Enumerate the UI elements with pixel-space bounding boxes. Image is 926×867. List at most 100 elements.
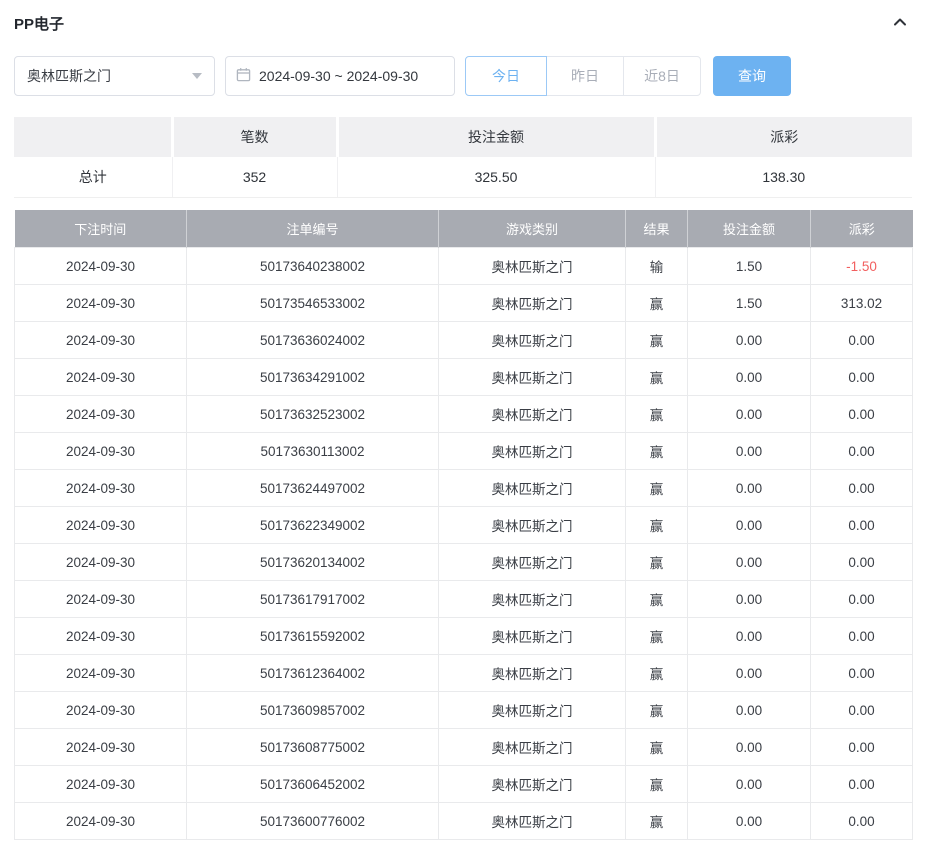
bet-time-cell: 2024-09-30 — [15, 285, 187, 322]
table-row: 2024-09-3050173617917002奥林匹斯之门赢0.000.00 — [15, 581, 913, 618]
result-cell: 赢 — [626, 396, 688, 433]
summary-total-label: 总计 — [14, 157, 172, 197]
payout-cell: 313.02 — [811, 285, 913, 322]
bet-amount-cell: 0.00 — [688, 692, 811, 729]
game-category-cell: 奥林匹斯之门 — [439, 507, 626, 544]
result-cell: 赢 — [626, 322, 688, 359]
ticket-number-cell: 50173612364002 — [187, 655, 439, 692]
column-header-ticket-number: 注单编号 — [187, 210, 439, 248]
summary-header-row: 笔数 投注金额 派彩 — [14, 117, 912, 157]
summary-payout-value: 138.30 — [655, 157, 912, 197]
ticket-number-cell: 50173608775002 — [187, 729, 439, 766]
game-category-cell: 奥林匹斯之门 — [439, 359, 626, 396]
payout-cell: 0.00 — [811, 729, 913, 766]
column-header-bet-time: 下注时间 — [15, 210, 187, 248]
bet-time-cell: 2024-09-30 — [15, 655, 187, 692]
payout-cell: 0.00 — [811, 470, 913, 507]
ticket-number-cell: 50173636024002 — [187, 322, 439, 359]
bet-time-cell: 2024-09-30 — [15, 433, 187, 470]
records-header-row: 下注时间 注单编号 游戏类别 结果 投注金额 派彩 — [15, 210, 913, 248]
records-table-body: 2024-09-3050173640238002奥林匹斯之门输1.50-1.50… — [15, 248, 913, 840]
bet-amount-cell: 0.00 — [688, 396, 811, 433]
bet-time-cell: 2024-09-30 — [15, 359, 187, 396]
game-category-cell: 奥林匹斯之门 — [439, 322, 626, 359]
game-category-cell: 奥林匹斯之门 — [439, 766, 626, 803]
result-cell: 赢 — [626, 618, 688, 655]
payout-cell: 0.00 — [811, 618, 913, 655]
ticket-number-cell: 50173620134002 — [187, 544, 439, 581]
date-range-value: 2024-09-30 ~ 2024-09-30 — [259, 68, 418, 84]
search-button[interactable]: 查询 — [713, 56, 791, 96]
bet-amount-cell: 0.00 — [688, 433, 811, 470]
quick-btn-last8days[interactable]: 近8日 — [623, 56, 701, 96]
bet-amount-cell: 0.00 — [688, 544, 811, 581]
payout-cell: 0.00 — [811, 359, 913, 396]
game-category-cell: 奥林匹斯之门 — [439, 655, 626, 692]
table-row: 2024-09-3050173630113002奥林匹斯之门赢0.000.00 — [15, 433, 913, 470]
game-category-cell: 奥林匹斯之门 — [439, 803, 626, 840]
column-header-game-category: 游戏类别 — [439, 210, 626, 248]
date-range-picker[interactable]: 2024-09-30 ~ 2024-09-30 — [225, 56, 455, 96]
quick-btn-yesterday[interactable]: 昨日 — [546, 56, 624, 96]
quick-date-buttons: 今日 昨日 近8日 — [465, 56, 701, 96]
bet-amount-cell: 0.00 — [688, 803, 811, 840]
summary-total-row: 总计 352 325.50 138.30 — [14, 157, 912, 197]
bet-amount-cell: 0.00 — [688, 581, 811, 618]
bet-time-cell: 2024-09-30 — [15, 470, 187, 507]
result-cell: 赢 — [626, 544, 688, 581]
ticket-number-cell: 50173600776002 — [187, 803, 439, 840]
table-row: 2024-09-3050173634291002奥林匹斯之门赢0.000.00 — [15, 359, 913, 396]
game-category-cell: 奥林匹斯之门 — [439, 285, 626, 322]
table-row: 2024-09-3050173632523002奥林匹斯之门赢0.000.00 — [15, 396, 913, 433]
calendar-icon — [236, 67, 251, 85]
payout-cell: 0.00 — [811, 655, 913, 692]
ticket-number-cell: 50173632523002 — [187, 396, 439, 433]
table-row: 2024-09-3050173624497002奥林匹斯之门赢0.000.00 — [15, 470, 913, 507]
payout-cell: 0.00 — [811, 396, 913, 433]
game-select[interactable]: 奥林匹斯之门 — [14, 56, 215, 96]
payout-cell: 0.00 — [811, 692, 913, 729]
summary-header-count: 笔数 — [172, 117, 337, 157]
table-row: 2024-09-3050173622349002奥林匹斯之门赢0.000.00 — [15, 507, 913, 544]
caret-down-icon — [192, 73, 202, 79]
ticket-number-cell: 50173640238002 — [187, 248, 439, 285]
result-cell: 赢 — [626, 692, 688, 729]
game-select-value: 奥林匹斯之门 — [27, 66, 111, 86]
result-cell: 赢 — [626, 729, 688, 766]
ticket-number-cell: 50173622349002 — [187, 507, 439, 544]
result-cell: 赢 — [626, 766, 688, 803]
result-cell: 输 — [626, 248, 688, 285]
ticket-number-cell: 50173617917002 — [187, 581, 439, 618]
game-category-cell: 奥林匹斯之门 — [439, 470, 626, 507]
quick-btn-today[interactable]: 今日 — [465, 56, 547, 96]
column-header-result: 结果 — [626, 210, 688, 248]
ticket-number-cell: 50173615592002 — [187, 618, 439, 655]
bet-amount-cell: 0.00 — [688, 655, 811, 692]
bet-amount-cell: 1.50 — [688, 285, 811, 322]
game-category-cell: 奥林匹斯之门 — [439, 248, 626, 285]
result-cell: 赢 — [626, 285, 688, 322]
column-header-bet-amount: 投注金额 — [688, 210, 811, 248]
result-cell: 赢 — [626, 470, 688, 507]
page-title: PP电子 — [14, 13, 64, 34]
table-row: 2024-09-3050173636024002奥林匹斯之门赢0.000.00 — [15, 322, 913, 359]
bet-amount-cell: 0.00 — [688, 766, 811, 803]
pp-games-record-panel: PP电子 奥林匹斯之门 2024-09-30 ~ 2 — [0, 0, 926, 840]
table-row: 2024-09-3050173609857002奥林匹斯之门赢0.000.00 — [15, 692, 913, 729]
records-table: 下注时间 注单编号 游戏类别 结果 投注金额 派彩 2024-09-305017… — [14, 210, 913, 841]
game-category-cell: 奥林匹斯之门 — [439, 581, 626, 618]
bet-time-cell: 2024-09-30 — [15, 507, 187, 544]
bet-amount-cell: 0.00 — [688, 470, 811, 507]
collapse-panel-button[interactable] — [888, 11, 912, 35]
chevron-up-icon — [891, 13, 909, 34]
game-category-cell: 奥林匹斯之门 — [439, 618, 626, 655]
bet-time-cell: 2024-09-30 — [15, 581, 187, 618]
payout-cell: 0.00 — [811, 581, 913, 618]
summary-header-empty — [14, 117, 172, 157]
result-cell: 赢 — [626, 655, 688, 692]
ticket-number-cell: 50173546533002 — [187, 285, 439, 322]
filter-bar: 奥林匹斯之门 2024-09-30 ~ 2024-09-30 今日 昨日 近8日… — [14, 56, 912, 96]
table-row: 2024-09-3050173600776002奥林匹斯之门赢0.000.00 — [15, 803, 913, 840]
payout-cell: 0.00 — [811, 433, 913, 470]
table-row: 2024-09-3050173615592002奥林匹斯之门赢0.000.00 — [15, 618, 913, 655]
